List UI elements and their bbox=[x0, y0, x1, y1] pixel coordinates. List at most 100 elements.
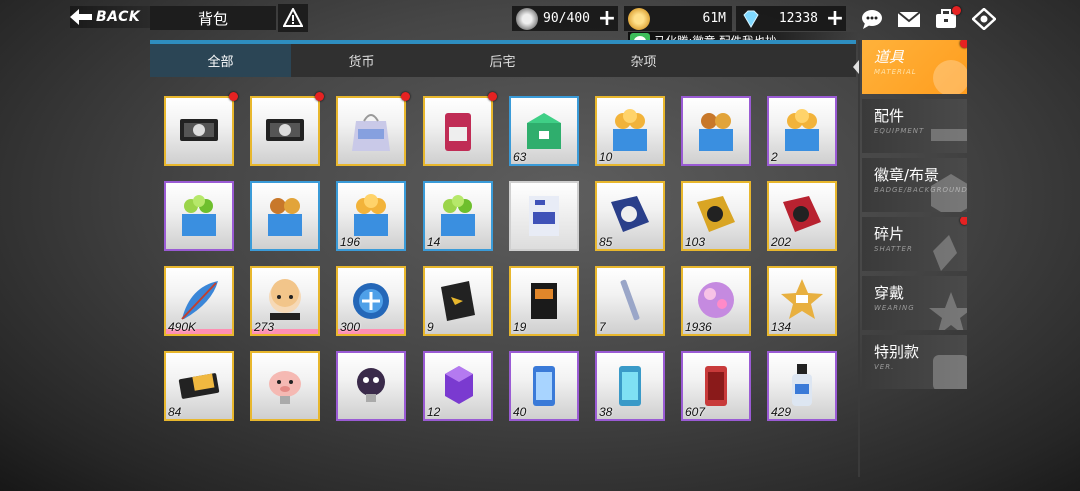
inventory-item[interactable]: 202 bbox=[767, 181, 837, 251]
item-quantity: 85 bbox=[599, 235, 613, 249]
hexagon-badge-icon bbox=[931, 174, 967, 212]
inventory-item[interactable] bbox=[164, 92, 238, 166]
category-label: 道具 bbox=[874, 48, 905, 66]
item-quantity: 19 bbox=[513, 320, 527, 334]
category-sublabel: EQUIPMENT bbox=[874, 127, 925, 135]
back-button[interactable]: BACK bbox=[70, 6, 150, 28]
back-arrow-icon bbox=[70, 9, 92, 25]
new-item-dot bbox=[229, 92, 238, 101]
eye-settings-icon bbox=[972, 8, 996, 30]
ticket-icon bbox=[180, 119, 218, 141]
stamina-value: 90/400 bbox=[543, 11, 590, 26]
mission-notification-dot bbox=[952, 6, 961, 15]
category-label: 特别款 bbox=[874, 343, 920, 361]
book-icon bbox=[531, 283, 557, 319]
settings-button[interactable] bbox=[970, 7, 998, 31]
inventory-item[interactable] bbox=[336, 351, 406, 421]
add-diamond-button[interactable]: + bbox=[824, 7, 846, 30]
inventory-item[interactable]: 14 bbox=[423, 181, 493, 251]
inventory-item[interactable]: 38 bbox=[595, 351, 665, 421]
tab-currency[interactable]: 货币 bbox=[291, 44, 432, 77]
gold-value: 61M bbox=[702, 11, 726, 26]
inventory-item[interactable]: 429 bbox=[767, 351, 837, 421]
tab-all[interactable]: 全部 bbox=[150, 44, 291, 77]
item-quantity: 38 bbox=[599, 405, 613, 419]
inventory-item[interactable] bbox=[250, 351, 320, 421]
inventory-item[interactable]: 85 bbox=[595, 181, 665, 251]
inventory-item[interactable]: 2 bbox=[767, 96, 837, 166]
inventory-item[interactable] bbox=[250, 181, 320, 251]
inventory-item[interactable] bbox=[509, 181, 579, 251]
inventory-item[interactable] bbox=[681, 96, 751, 166]
inventory-item[interactable]: 19 bbox=[509, 266, 579, 336]
item-quantity: 490K bbox=[168, 320, 197, 334]
category-badge[interactable]: 徽章/布景 BADGE/BACKGROUND bbox=[862, 158, 967, 212]
item-quantity: 2 bbox=[771, 150, 778, 164]
item-quantity: 196 bbox=[340, 235, 361, 249]
version-icon bbox=[933, 355, 967, 389]
star-icon bbox=[929, 292, 967, 330]
gear-box-icon bbox=[268, 198, 302, 236]
category-shatter[interactable]: 碎片 SHATTER bbox=[862, 217, 967, 271]
active-category-arrow bbox=[853, 60, 859, 74]
item-quantity: 300 bbox=[340, 320, 361, 334]
inventory-item[interactable]: 134 bbox=[767, 266, 837, 336]
exp-box-icon bbox=[182, 195, 216, 236]
inventory-item[interactable]: 490K bbox=[164, 266, 234, 336]
inventory-item[interactable]: 1936 bbox=[681, 266, 751, 336]
mission-button[interactable] bbox=[932, 6, 961, 31]
add-stamina-button[interactable]: + bbox=[596, 7, 618, 30]
inventory-item[interactable] bbox=[423, 92, 497, 166]
ticket-icon bbox=[266, 119, 304, 141]
mail-button[interactable] bbox=[895, 7, 923, 31]
inventory-item[interactable] bbox=[250, 92, 324, 166]
coin-box-icon bbox=[354, 194, 388, 236]
inventory-item[interactable]: 103 bbox=[681, 181, 751, 251]
inventory-item[interactable] bbox=[164, 181, 234, 251]
category-sublabel: VER. bbox=[874, 363, 895, 371]
category-label: 配件 bbox=[874, 107, 905, 125]
category-wearing[interactable]: 穿戴 WEARING bbox=[862, 276, 967, 330]
cyan-canister-icon bbox=[619, 366, 641, 406]
inventory-item[interactable]: 84 bbox=[164, 351, 234, 421]
inventory-item[interactable]: 10 bbox=[595, 96, 665, 166]
item-quantity: 134 bbox=[771, 320, 792, 334]
inventory-item[interactable]: 607 bbox=[681, 351, 751, 421]
inventory-item[interactable]: 300 bbox=[336, 266, 406, 336]
inventory-item[interactable]: 40 bbox=[509, 351, 579, 421]
category-sublabel: SHATTER bbox=[874, 245, 913, 253]
inventory-item[interactable] bbox=[336, 92, 410, 166]
star-badge-icon bbox=[781, 279, 823, 319]
warning-button[interactable] bbox=[278, 4, 308, 32]
shards-icon bbox=[933, 235, 957, 271]
blue-orb-icon bbox=[353, 283, 389, 319]
category-notification-dot bbox=[960, 40, 967, 48]
new-item-dot bbox=[488, 92, 497, 101]
inventory-item[interactable]: 7 bbox=[595, 266, 665, 336]
category-label: 穿戴 bbox=[874, 284, 905, 302]
dark-usb-icon bbox=[357, 368, 385, 402]
red-ticket-icon bbox=[783, 196, 821, 232]
inventory-item[interactable]: 12 bbox=[423, 351, 493, 421]
inventory-item[interactable]: 63 bbox=[509, 96, 579, 166]
stamina-counter: 90/400 + bbox=[512, 6, 618, 31]
chibi-badge-icon bbox=[269, 279, 301, 320]
category-equipment[interactable]: 配件 EQUIPMENT bbox=[862, 99, 967, 153]
item-quantity: 14 bbox=[427, 235, 441, 249]
item-quantity: 103 bbox=[685, 235, 706, 249]
category-material[interactable]: 道具 MATERIAL bbox=[862, 40, 967, 94]
tab-dorm[interactable]: 后宅 bbox=[432, 44, 573, 77]
category-special[interactable]: 特别款 VER. bbox=[862, 335, 967, 389]
pink-ball-icon bbox=[698, 282, 734, 318]
inventory-item[interactable]: 196 bbox=[336, 181, 406, 251]
new-item-dot bbox=[315, 92, 324, 101]
inventory-item[interactable]: 273 bbox=[250, 266, 320, 336]
gold-counter: 61M bbox=[624, 6, 732, 31]
pig-usb-icon bbox=[269, 371, 301, 404]
green-box-icon bbox=[527, 113, 561, 149]
category-notification-dot bbox=[960, 217, 967, 225]
chat-button[interactable] bbox=[858, 7, 886, 31]
tab-misc[interactable]: 杂项 bbox=[573, 44, 714, 77]
inventory-item[interactable]: 9 bbox=[423, 266, 493, 336]
blue-canister-icon bbox=[533, 366, 555, 406]
